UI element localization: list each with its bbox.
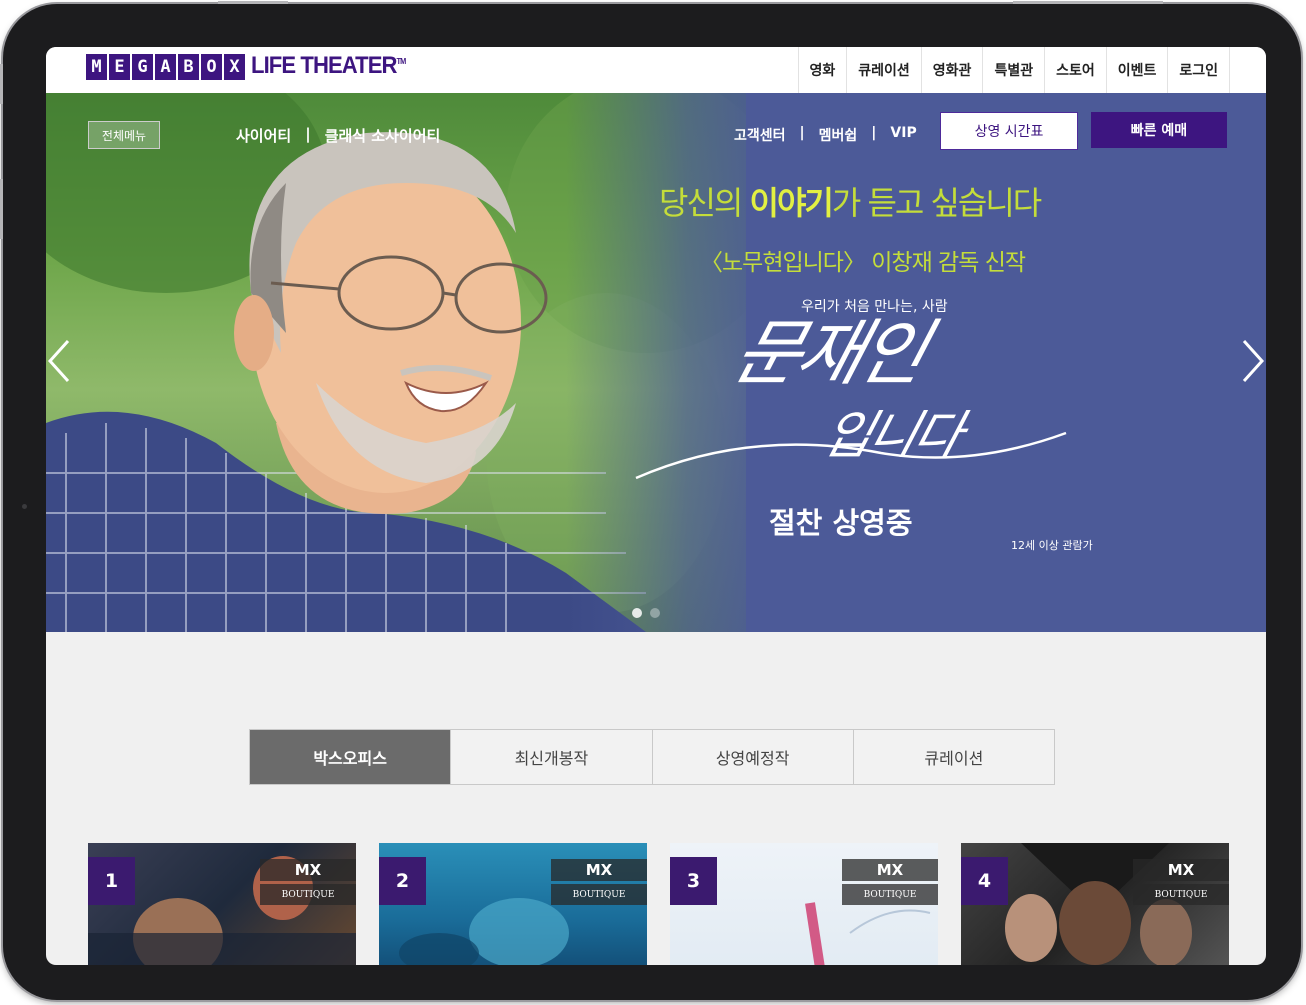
- logo-letter: A: [155, 54, 176, 80]
- society-links: 사이어티 | 클래식 소사이어티: [236, 125, 440, 146]
- headline-part: 당신의: [659, 184, 750, 222]
- logo-letter: X: [224, 54, 245, 80]
- tab-curation[interactable]: 큐레이션: [854, 730, 1054, 784]
- society-link[interactable]: 사이어티: [236, 125, 291, 146]
- now-showing-text: 절찬 상영중: [769, 506, 913, 540]
- slide-indicator: [632, 608, 660, 618]
- movie-card[interactable]: 1 MX BOUTIQUE: [88, 843, 356, 965]
- movie-card[interactable]: 4 MX BOUTIQUE: [961, 843, 1229, 965]
- megabox-logo[interactable]: M E G A B O X: [86, 54, 247, 80]
- movie-card[interactable]: 3 MX BOUTIQUE: [670, 843, 938, 965]
- boutique-label: BOUTIQUE: [551, 884, 647, 905]
- vip-link[interactable]: VIP: [890, 125, 916, 145]
- rank-badge: 3: [670, 857, 717, 905]
- hero-headline: 당신의 이야기가 듣고 싶습니다: [659, 178, 1042, 224]
- quick-booking-button[interactable]: 빠른 예매: [1091, 112, 1227, 148]
- separator: |: [305, 125, 311, 143]
- mx-boutique-badge: MX BOUTIQUE: [260, 859, 356, 905]
- mx-boutique-badge: MX BOUTIQUE: [1133, 859, 1229, 905]
- mx-label: MX: [842, 859, 938, 881]
- headline-emphasis: 이야기: [749, 184, 834, 222]
- hero-subheadline: 〈노무현입니다〉 이창재 감독 신작: [700, 250, 1026, 276]
- membership-link[interactable]: 멤버쉽: [819, 125, 858, 145]
- hero-banner[interactable]: 전체메뉴 사이어티 | 클래식 소사이어티 고객센터 | 멤버쉽 | VIP 상…: [46, 93, 1266, 632]
- movie-title-calligraphy: 문재인: [724, 311, 934, 395]
- site-header: M E G A B O X LIFE THEATERTM 영화 큐레이션 영화관…: [46, 47, 1266, 93]
- calligraphy-stroke: [635, 431, 1067, 480]
- top-button: [218, 1, 288, 4]
- nav-item-login[interactable]: 로그인: [1168, 47, 1230, 93]
- next-slide-button[interactable]: [1240, 338, 1266, 388]
- logo-tagline: LIFE THEATERTM: [251, 52, 407, 80]
- tab-coming-soon[interactable]: 상영예정작: [653, 730, 854, 784]
- slide-dot[interactable]: [632, 608, 642, 618]
- all-menu-button[interactable]: 전체메뉴: [88, 121, 160, 149]
- rank-badge: 4: [961, 857, 1008, 905]
- boutique-label: BOUTIQUE: [842, 884, 938, 905]
- nav-item-store[interactable]: 스토어: [1045, 47, 1107, 93]
- boutique-label: BOUTIQUE: [1133, 884, 1229, 905]
- trademark: TM: [396, 57, 407, 66]
- headline-part: 가 듣고 싶습니다: [831, 184, 1042, 222]
- logo-tagline-text: LIFE THEATER: [251, 52, 397, 79]
- age-rating: 12세 이상 관람가: [1011, 539, 1093, 552]
- tab-box-office[interactable]: 박스오피스: [250, 730, 452, 784]
- volume-button-lower: [0, 179, 3, 239]
- separator: |: [799, 125, 805, 141]
- tablet-frame: M E G A B O X LIFE THEATERTM 영화 큐레이션 영화관…: [0, 1, 1301, 1000]
- movie-tabs: 박스오피스 최신개봉작 상영예정작 큐레이션: [249, 729, 1055, 785]
- mx-boutique-badge: MX BOUTIQUE: [551, 859, 647, 905]
- rank-badge: 1: [88, 857, 135, 905]
- power-button: [1013, 1, 1163, 4]
- main-nav: 영화 큐레이션 영화관 특별관 스토어 이벤트 로그인: [797, 47, 1230, 93]
- slide-dot[interactable]: [650, 608, 660, 618]
- utility-links: 고객센터 | 멤버쉽 | VIP: [734, 125, 917, 145]
- mx-boutique-badge: MX BOUTIQUE: [842, 859, 938, 905]
- volume-button: [0, 64, 3, 104]
- chevron-right-icon: [1242, 339, 1265, 383]
- tab-latest-release[interactable]: 최신개봉작: [451, 730, 653, 784]
- logo-letter: B: [178, 54, 199, 80]
- rank-badge: 2: [379, 857, 426, 905]
- schedule-button[interactable]: 상영 시간표: [940, 112, 1078, 150]
- nav-item-curation[interactable]: 큐레이션: [847, 47, 922, 93]
- prev-slide-button[interactable]: [46, 338, 72, 388]
- nav-item-theater[interactable]: 영화관: [922, 47, 984, 93]
- movie-card[interactable]: 2 MX BOUTIQUE: [379, 843, 647, 965]
- camera-icon: [22, 504, 27, 509]
- chevron-left-icon: [47, 339, 70, 383]
- mx-label: MX: [551, 859, 647, 881]
- logo-letter: O: [201, 54, 222, 80]
- classic-society-link[interactable]: 클래식 소사이어티: [325, 125, 441, 146]
- customer-center-link[interactable]: 고객센터: [734, 125, 786, 145]
- boutique-label: BOUTIQUE: [260, 884, 356, 905]
- logo-letter: M: [86, 54, 107, 80]
- nav-item-special[interactable]: 특별관: [983, 47, 1046, 93]
- screen: M E G A B O X LIFE THEATERTM 영화 큐레이션 영화관…: [46, 47, 1266, 965]
- logo-letter: G: [132, 54, 153, 80]
- nav-item-event[interactable]: 이벤트: [1107, 47, 1169, 93]
- separator: |: [871, 125, 877, 141]
- mx-label: MX: [260, 859, 356, 881]
- nav-item-movie[interactable]: 영화: [799, 47, 848, 93]
- mx-label: MX: [1133, 859, 1229, 881]
- logo-letter: E: [109, 54, 130, 80]
